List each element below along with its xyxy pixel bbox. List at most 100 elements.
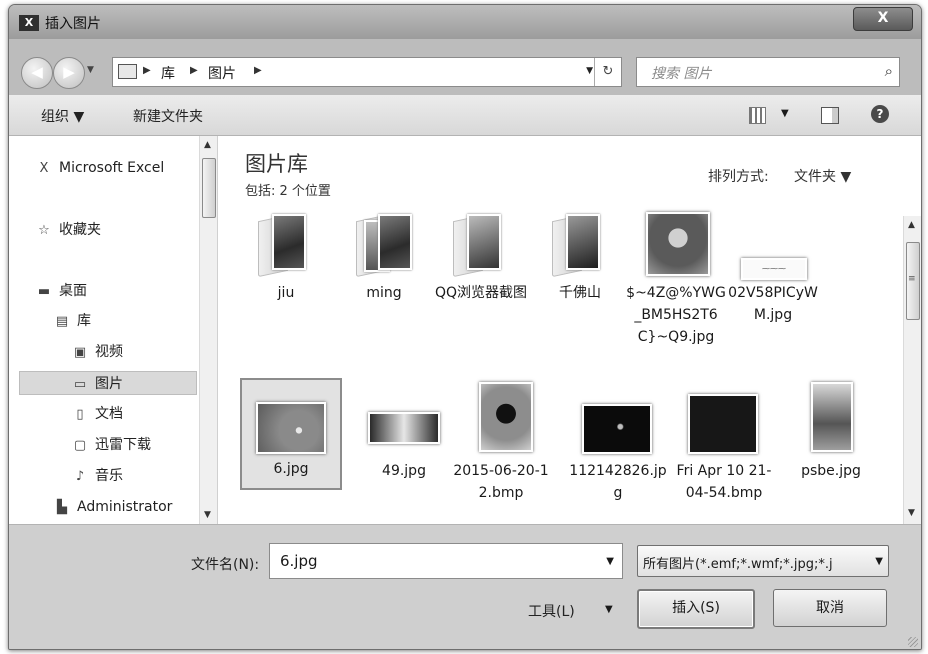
image-thumbnail [479,382,533,452]
scroll-down-icon[interactable]: ▼ [908,508,915,518]
search-input[interactable]: 搜索 图片 ⌕ [636,57,900,87]
file-item[interactable]: QQ浏览器截图 [431,214,531,334]
breadcrumb-arrow-icon[interactable]: ▶ [190,65,198,76]
new-folder-button[interactable]: 新建文件夹 [133,106,203,126]
image-thumbnail [646,212,710,276]
file-item[interactable]: 2015-06-20-12.bmp [451,380,551,501]
address-bar[interactable]: ▶ 库 ▶ 图片 ▶ ▼ ↻ [112,57,622,87]
file-item[interactable]: jiu [236,214,336,334]
file-name: QQ浏览器截图 [434,285,528,301]
user-icon: ▙ [57,500,67,515]
filename-label: 文件名(N): [191,557,260,573]
tools-menu-button[interactable]: 工具(L) [528,601,575,621]
file-name: Fri Apr 10 21-04-54.bmp [676,463,772,501]
sidebar-item-pictures[interactable]: ▭ 图片 [19,371,197,395]
search-placeholder: 搜索 图片 [651,66,712,82]
file-item-selected[interactable]: 6.jpg [240,378,342,490]
sidebar-item-label: 图片 [95,376,123,392]
navigation-bar: ◀ ▶ ▼ ▶ 库 ▶ 图片 ▶ ▼ ↻ 搜索 图片 ⌕ [9,39,921,95]
recent-locations-dropdown[interactable]: ▼ [87,65,94,75]
file-name: $~4Z@%YWG_BM5HS2T6C}~Q9.jpg [626,285,726,345]
sidebar-item-label: 收藏夹 [59,222,101,238]
search-icon[interactable]: ⌕ [885,62,893,80]
sidebar-scrollbar[interactable]: ▲ ▼ [199,136,217,524]
scroll-up-icon[interactable]: ▲ [908,220,915,230]
insert-picture-dialog: X 插入图片 X ◀ ▶ ▼ ▶ 库 ▶ 图片 ▶ ▼ ↻ 搜索 图片 ⌕ 组织… [8,4,922,650]
breadcrumb-arrow-icon[interactable]: ▶ [143,65,151,76]
library-locations[interactable]: 包括: 2 个位置 [245,180,331,199]
back-button[interactable]: ◀ [21,57,53,89]
filename-input[interactable]: 6.jpg ▼ [269,543,623,579]
command-toolbar: 组织 ▼ 新建文件夹 ▼ ? [9,95,921,136]
sidebar-item-library[interactable]: ▤ 库 [53,309,91,333]
breadcrumb-pictures[interactable]: 图片 [208,63,236,83]
image-thumbnail [368,412,440,444]
file-item[interactable]: psbe.jpg [781,380,881,490]
file-name: ming [366,285,402,301]
file-type-dropdown-icon[interactable]: ▼ [875,556,883,567]
sidebar-item-music[interactable]: ♪ 音乐 [71,464,123,488]
breadcrumb-library[interactable]: 库 [161,63,175,83]
sidebar-item-documents[interactable]: ▯ 文档 [71,402,123,426]
filename-value[interactable]: 6.jpg [280,552,318,570]
insert-button[interactable]: 插入(S) [637,589,755,629]
sidebar-item-label: 视频 [95,344,123,360]
sidebar-item-label: Administrator [77,499,173,515]
file-name: 6.jpg [273,461,309,477]
forward-button[interactable]: ▶ [53,57,85,89]
sidebar-item-video[interactable]: ▣ 视频 [71,340,123,364]
sidebar-item-administrator[interactable]: ▙ Administrator [53,495,172,519]
sidebar-item-favorites[interactable]: ☆ 收藏夹 [35,218,101,242]
sidebar-item-label: 桌面 [59,283,87,299]
close-button[interactable]: X [853,7,913,31]
address-dropdown-icon[interactable]: ▼ [586,66,593,76]
sidebar-item-label: Microsoft Excel [59,160,165,176]
scroll-grip-icon: ≡ [908,274,916,284]
sidebar-item-desktop[interactable]: ▬ 桌面 [35,279,87,303]
file-name: 2015-06-20-12.bmp [453,463,549,501]
location-icon [118,64,137,79]
arrange-by-label: 排列方式: [708,169,769,185]
file-name: 49.jpg [382,463,426,479]
video-icon: ▣ [73,345,87,360]
file-item[interactable]: 49.jpg [354,380,454,490]
file-item[interactable]: $~4Z@%YWG_BM5HS2T6C}~Q9.jpg [626,212,726,372]
resize-grip-icon[interactable] [908,637,918,647]
refresh-icon[interactable]: ↻ [594,58,621,86]
sidebar-item-microsoft-excel[interactable]: X Microsoft Excel [35,156,165,180]
file-type-select[interactable]: 所有图片(*.emf;*.wmf;*.jpg;*.j ▼ [637,545,889,577]
desktop-icon: ▬ [37,284,51,299]
file-item[interactable]: Fri Apr 10 21-04-54.bmp [674,380,774,510]
sidebar-item-label: 迅雷下载 [95,437,151,453]
sidebar-scroll-thumb[interactable] [202,158,216,218]
cancel-button[interactable]: 取消 [773,589,887,627]
file-item[interactable]: 112142826.jpg [568,380,668,501]
filename-dropdown-icon[interactable]: ▼ [606,556,614,567]
organize-menu-button[interactable]: 组织 ▼ [41,106,84,126]
preview-pane-icon[interactable] [821,107,839,124]
arrange-by-dropdown[interactable]: 文件夹 ▼ [794,166,851,186]
file-name: 02V58PICyWM.jpg [728,285,818,323]
excel-icon: X [39,161,49,176]
view-dropdown-icon[interactable]: ▼ [781,108,789,119]
folder-icon [258,214,312,278]
image-thumbnail: ⁓⁓⁓ [741,258,807,280]
file-item[interactable]: 千佛山 [530,214,630,334]
breadcrumb-arrow-icon[interactable]: ▶ [254,65,262,76]
tools-dropdown-icon[interactable]: ▼ [605,604,613,615]
help-icon[interactable]: ? [871,105,889,123]
music-icon: ♪ [75,469,85,484]
file-type-value[interactable]: 所有图片(*.emf;*.wmf;*.jpg;*.j [643,553,865,572]
scroll-up-icon[interactable]: ▲ [204,140,211,150]
file-item[interactable]: ⁓⁓⁓ 02V58PICyWM.jpg [723,214,823,334]
change-view-icon[interactable] [749,107,766,124]
picture-icon: ▭ [73,377,87,392]
file-name: 112142826.jpg [569,463,667,501]
library-icon: ▤ [55,314,69,329]
image-thumbnail [688,394,758,454]
file-item[interactable]: ming [334,214,434,334]
sidebar-item-xunlei-downloads[interactable]: ▢ 迅雷下载 [71,433,151,457]
file-list-scrollbar[interactable]: ▲ ≡ ▼ [903,216,921,524]
scroll-down-icon[interactable]: ▼ [204,510,211,520]
file-list-pane: 图片库 包括: 2 个位置 排列方式: 文件夹 ▼ jiu ming QQ浏览器… [218,136,921,524]
